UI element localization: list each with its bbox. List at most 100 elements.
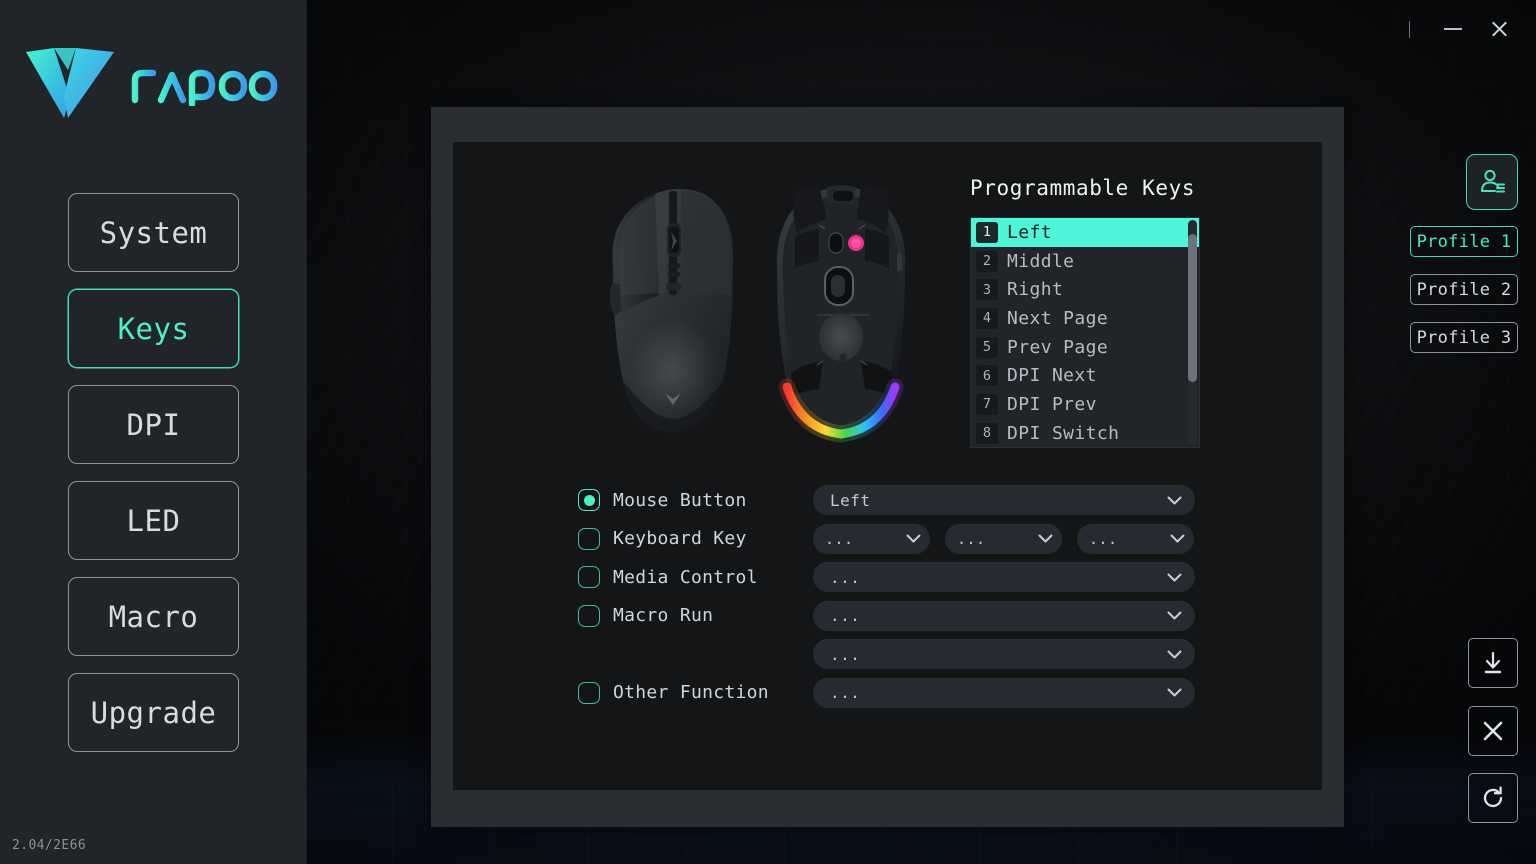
brand-logo — [24, 44, 278, 122]
radio-dot — [583, 494, 595, 506]
key-label: Left — [1007, 221, 1052, 243]
profile-3-button[interactable]: Profile 3 — [1410, 322, 1518, 353]
rapoo-wordmark — [131, 69, 278, 106]
dropdown-keyboard-modifier-1[interactable]: ... — [813, 523, 930, 554]
key-list-row[interactable]: 3 Right — [971, 275, 1199, 304]
radio-dot — [584, 572, 595, 583]
assignment-label: Macro Run — [613, 605, 714, 627]
key-list-scrollbar-thumb[interactable] — [1188, 234, 1197, 382]
chevron-down-icon — [906, 534, 921, 543]
sidebar-item-label: Keys — [117, 311, 190, 346]
user-profile-icon — [1481, 169, 1505, 193]
sidebar-item-label: System — [99, 215, 208, 250]
key-list-row[interactable]: 5 Prev Page — [971, 333, 1199, 362]
radio-media-control[interactable] — [578, 566, 600, 589]
key-list-row[interactable]: 1 Left — [971, 218, 1199, 247]
reset-refresh-button[interactable] — [1468, 773, 1518, 823]
programmable-keys-list[interactable]: 1 Left 2 Middle 3 Right 4 Next Page 5 Pr… — [970, 217, 1200, 448]
dropdown-keyboard-modifier-2[interactable]: ... — [945, 523, 1062, 554]
dropdown-macro-run[interactable]: ... — [813, 600, 1195, 631]
sidebar-item-label: Upgrade — [90, 695, 217, 730]
dropdown-value: ... — [825, 529, 854, 548]
key-label: DPI Next — [1007, 365, 1097, 387]
key-label: Next Page — [1007, 307, 1109, 329]
key-list-row[interactable]: 4 Next Page — [971, 304, 1199, 333]
sidebar-item-dpi[interactable]: DPI — [68, 385, 239, 464]
key-list-row[interactable]: 7 DPI Prev — [971, 390, 1199, 419]
profile-2-button[interactable]: Profile 2 — [1410, 274, 1518, 305]
dropdown-value: ... — [957, 529, 986, 548]
key-assignment-form: Mouse Button Left Keyboard Key ... ... .… — [578, 481, 1200, 712]
dropdown-value: ... — [830, 683, 861, 703]
profile-label: Profile 2 — [1416, 279, 1512, 300]
profile-manager-button[interactable] — [1466, 154, 1518, 210]
sidebar-item-label: DPI — [126, 407, 181, 442]
assignment-row-other-function: Other Function ... — [578, 674, 1200, 713]
dropdown-value: ... — [830, 644, 861, 664]
programmable-keys-title: Programmable Keys — [970, 176, 1196, 200]
titlebar-divider — [1409, 20, 1410, 38]
key-label: Prev Page — [1007, 336, 1109, 358]
key-index-badge: 5 — [976, 336, 998, 358]
key-index-badge: 2 — [976, 250, 998, 272]
close-icon — [1490, 20, 1509, 39]
dropdown-keyboard-key[interactable]: ... — [1077, 523, 1194, 554]
radio-mouse-button[interactable] — [578, 489, 600, 512]
assignment-controls: ... — [813, 677, 1195, 708]
key-index-badge: 8 — [976, 422, 998, 444]
sidebar-item-led[interactable]: LED — [68, 481, 239, 560]
close-button[interactable] — [1476, 7, 1522, 51]
assignment-controls: ... — [813, 562, 1195, 593]
assignment-row-macro-run: Macro Run ... — [578, 597, 1200, 636]
cancel-button[interactable] — [1468, 706, 1518, 756]
dropdown-value: ... — [830, 567, 861, 587]
profile-1-button[interactable]: Profile 1 — [1410, 226, 1518, 257]
dropdown-macro-mode[interactable]: ... — [813, 639, 1195, 670]
chevron-down-icon — [1167, 573, 1182, 582]
dropdown-media-control[interactable]: ... — [813, 562, 1195, 593]
dropdown-value: ... — [1089, 529, 1118, 548]
programmable-keys-scroll-area: 1 Left 2 Middle 3 Right 4 Next Page 5 Pr… — [971, 218, 1199, 447]
key-list-row[interactable]: 8 DPI Switch — [971, 419, 1199, 447]
minimize-icon — [1444, 28, 1462, 30]
radio-dot — [584, 533, 595, 544]
assignment-row-mouse-button: Mouse Button Left — [578, 481, 1200, 520]
sidebar-item-macro[interactable]: Macro — [68, 577, 239, 656]
key-index-badge: 6 — [976, 365, 998, 387]
close-x-icon — [1483, 721, 1503, 741]
download-icon — [1484, 651, 1502, 674]
sidebar-item-upgrade[interactable]: Upgrade — [68, 673, 239, 752]
profile-label: Profile 1 — [1416, 231, 1512, 252]
key-label: DPI Prev — [1007, 393, 1097, 415]
sidebar-item-system[interactable]: System — [68, 193, 239, 272]
firmware-version-label: 2.04/2E66 — [12, 838, 87, 853]
assignment-controls: ... — [813, 639, 1195, 670]
radio-keyboard-key[interactable] — [578, 527, 600, 550]
radio-macro-run[interactable] — [578, 604, 600, 627]
key-label: Right — [1007, 279, 1064, 301]
rapoo-v-mark-icon — [26, 48, 114, 118]
minimize-button[interactable] — [1430, 7, 1476, 51]
assignment-label: Keyboard Key — [613, 528, 747, 550]
chevron-down-icon — [1170, 534, 1185, 543]
dropdown-other-function[interactable]: ... — [813, 677, 1195, 708]
dropdown-value: ... — [830, 606, 861, 626]
sidebar-item-label: Macro — [108, 599, 199, 634]
title-bar — [307, 0, 1536, 58]
save-download-button[interactable] — [1468, 638, 1518, 688]
assignment-label: Other Function — [613, 682, 769, 704]
key-list-row[interactable]: 6 DPI Next — [971, 361, 1199, 390]
right-rail: Profile 1 Profile 2 Profile 3 — [1344, 0, 1536, 864]
app-window: System Keys DPI LED Macro Upgrade 2.04/2… — [0, 0, 1536, 864]
radio-other-function[interactable] — [578, 681, 600, 704]
key-label: DPI Switch — [1007, 422, 1120, 444]
sidebar-item-keys[interactable]: Keys — [68, 289, 239, 368]
sidebar: System Keys DPI LED Macro Upgrade 2.04/2… — [0, 0, 307, 864]
radio-dot — [584, 610, 595, 621]
chevron-down-icon — [1167, 650, 1182, 659]
key-index-badge: 4 — [976, 307, 998, 329]
assignment-row-macro-mode: ... — [578, 635, 1200, 674]
dropdown-mouse-button[interactable]: Left — [813, 485, 1195, 516]
profile-label: Profile 3 — [1416, 327, 1512, 348]
key-list-row[interactable]: 2 Middle — [971, 247, 1199, 276]
